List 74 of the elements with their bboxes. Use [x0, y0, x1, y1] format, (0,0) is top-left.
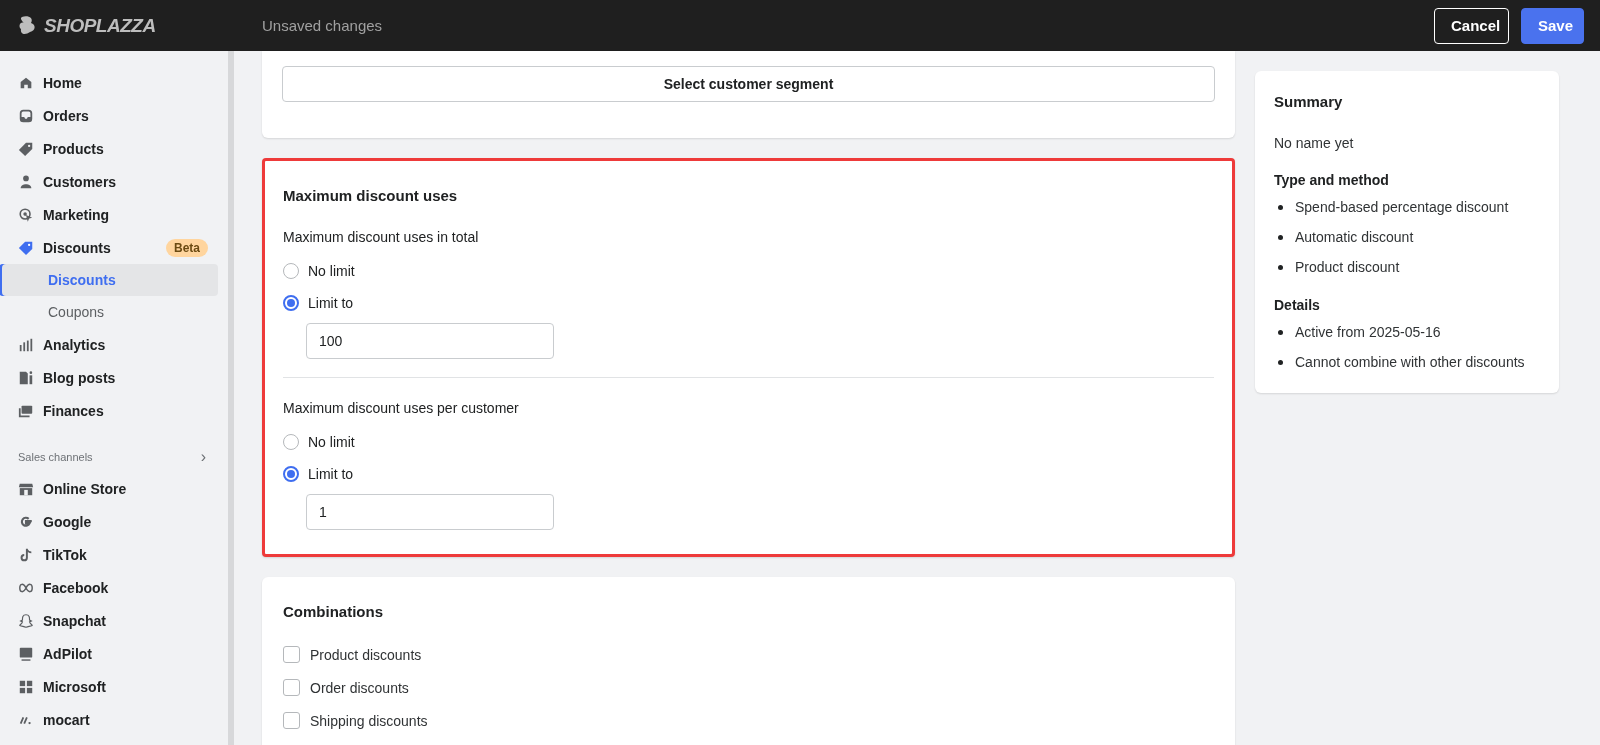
sidebar-subitem[interactable]: Coupons — [2, 296, 218, 328]
summary-item: Active from 2025-05-16 — [1295, 323, 1441, 341]
summary-item: Automatic discount — [1295, 228, 1414, 246]
nav-icon — [18, 173, 34, 190]
sidebar-item[interactable]: Facebook — [0, 571, 220, 604]
bullet-icon — [1278, 329, 1283, 335]
radio-option[interactable]: Limit to — [283, 458, 1214, 490]
radio-button[interactable] — [283, 466, 299, 482]
summary-item: Product discount — [1295, 258, 1400, 276]
chevron-icon[interactable]: › — [200, 447, 206, 466]
sidebar-item[interactable]: Online Store — [0, 472, 220, 505]
radio-label: No limit — [308, 263, 355, 279]
save-button[interactable]: Save — [1521, 7, 1584, 44]
sidebar-item[interactable]: Finances — [0, 394, 220, 427]
sidebar-item[interactable]: Products — [0, 132, 220, 165]
nav-icon — [18, 107, 34, 124]
sidebar-item[interactable]: Orders — [0, 99, 220, 132]
summary-item: Cannot combine with other discounts — [1295, 353, 1525, 371]
summary-heading: Type and method — [1274, 172, 1390, 188]
nav-icon — [18, 206, 34, 223]
bullet-icon — [1278, 264, 1283, 270]
card-title: Combinations — [283, 602, 384, 622]
checkbox-label: Product discounts — [310, 646, 422, 663]
sidebar-item[interactable]: Microsoft — [0, 670, 220, 703]
select-segment-button[interactable]: Select customer segment — [282, 66, 1215, 102]
checkbox[interactable] — [283, 679, 300, 696]
beta-badge: Beta — [166, 238, 208, 257]
sidebar-item[interactable]: AdPilot — [0, 637, 220, 670]
sidebar-item[interactable]: Customers — [0, 165, 220, 198]
nav-icon — [18, 645, 34, 662]
bullet-icon — [1278, 359, 1283, 365]
sidebar-item[interactable]: Home — [0, 66, 220, 99]
summary-name: No name yet — [1274, 135, 1355, 151]
radio-option[interactable]: Limit to — [283, 287, 1214, 319]
radio-label: Limit to — [308, 295, 354, 311]
logo-text: SHOPLAZZA — [44, 14, 156, 37]
radio-option[interactable]: No limit — [283, 426, 1214, 458]
radio-label: No limit — [308, 434, 355, 450]
card-title: Summary — [1274, 93, 1344, 110]
cancel-button[interactable]: Cancel — [1434, 7, 1509, 44]
sidebar-item[interactable]: Analytics — [0, 328, 220, 361]
page-status: Unsaved changes — [262, 17, 384, 34]
sidebar-item[interactable]: Marketing — [0, 198, 220, 231]
checkbox[interactable] — [283, 712, 300, 729]
sidebar-item[interactable]: mocart — [0, 703, 220, 736]
group-label: Maximum discount uses in total — [283, 229, 480, 245]
radio-button[interactable] — [283, 295, 299, 311]
checkbox[interactable] — [283, 646, 300, 663]
radio-option[interactable]: No limit — [283, 255, 1214, 287]
limit-input[interactable]: 1 — [306, 494, 554, 530]
nav-icon — [18, 612, 34, 629]
sidebar-item[interactable]: Blog posts — [0, 361, 220, 394]
sidebar-item[interactable]: TikTok — [0, 538, 220, 571]
sidebar-item[interactable]: Snapchat — [0, 604, 220, 637]
summary-item: Spend-based percentage discount — [1295, 198, 1509, 216]
bullet-icon — [1278, 234, 1283, 240]
section-heading: Sales channels — [18, 450, 93, 463]
radio-label: Limit to — [308, 466, 354, 482]
sidebar-item[interactable]: Google — [0, 505, 220, 538]
limit-input[interactable]: 100 — [306, 323, 554, 359]
bullet-icon — [1278, 204, 1283, 210]
checkbox-label: Shipping discounts — [310, 712, 428, 729]
nav-icon — [18, 140, 34, 157]
nav-icon — [18, 546, 34, 563]
nav-icon — [18, 678, 34, 695]
checkbox-label: Order discounts — [310, 679, 409, 696]
group-label: Maximum discount uses per customer — [283, 400, 520, 416]
nav-icon — [18, 336, 34, 353]
sidebar-item[interactable]: Discounts Beta — [0, 231, 220, 264]
summary-heading: Details — [1274, 297, 1321, 313]
card-title: Maximum discount uses — [283, 186, 459, 204]
sidebar-subitem[interactable]: Discounts — [2, 264, 218, 296]
nav-icon — [18, 239, 34, 256]
nav-icon — [18, 369, 34, 386]
